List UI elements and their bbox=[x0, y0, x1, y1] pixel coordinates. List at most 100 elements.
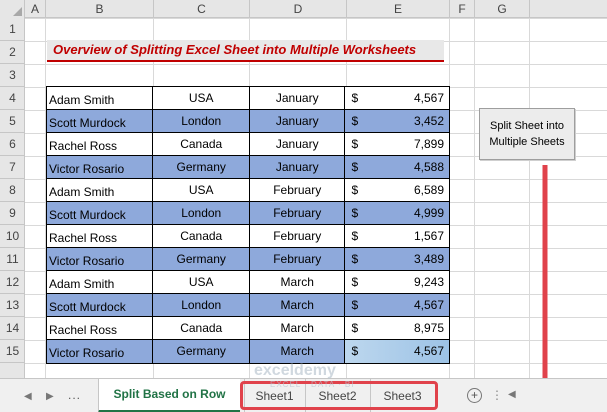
row-header-7[interactable]: 7 bbox=[0, 156, 25, 179]
title-cell[interactable]: Overview of Splitting Excel Sheet into M… bbox=[47, 40, 444, 62]
month-cell[interactable]: March bbox=[249, 294, 346, 317]
month-cell[interactable]: January bbox=[249, 133, 346, 156]
scroll-left-icon[interactable]: ◀ bbox=[508, 389, 516, 400]
month-cell[interactable]: February bbox=[249, 225, 346, 248]
month-cell[interactable]: January bbox=[249, 87, 346, 110]
row-header-9[interactable]: 9 bbox=[0, 202, 25, 225]
month-cell[interactable]: January bbox=[249, 156, 346, 179]
column-header-b[interactable]: B bbox=[46, 0, 154, 18]
amount-cell[interactable]: $6,589 bbox=[345, 179, 449, 202]
tab-split-based-on-row[interactable]: Split Based on Row bbox=[98, 379, 240, 412]
row-header-2[interactable]: 2 bbox=[0, 41, 25, 64]
name-cell[interactable]: Scott Murdock bbox=[47, 110, 154, 133]
watermark-tagline: EXCEL · DATA · BI bbox=[270, 380, 355, 389]
table-row: Rachel Ross Canada January $7,899 bbox=[47, 133, 449, 156]
region-cell[interactable]: USA bbox=[153, 271, 250, 294]
column-header-c[interactable]: C bbox=[154, 0, 250, 18]
region-cell[interactable]: Canada bbox=[153, 225, 250, 248]
region-cell[interactable]: London bbox=[153, 110, 250, 133]
amount-cell[interactable]: $9,243 bbox=[345, 271, 449, 294]
name-cell[interactable]: Rachel Ross bbox=[47, 317, 154, 340]
amount-value: 1,567 bbox=[413, 229, 444, 243]
watermark-logo: exceldemy bbox=[254, 362, 336, 379]
row-header-11[interactable]: 11 bbox=[0, 248, 25, 271]
name-cell[interactable]: Adam Smith bbox=[47, 87, 154, 110]
region-cell[interactable]: USA bbox=[153, 179, 250, 202]
region-cell[interactable]: London bbox=[153, 202, 250, 225]
plus-circle-icon[interactable]: + bbox=[467, 388, 482, 403]
amount-cell[interactable]: $4,588 bbox=[345, 156, 449, 179]
row-header-6[interactable]: 6 bbox=[0, 133, 25, 156]
region-cell[interactable]: Germany bbox=[153, 340, 250, 363]
amount-value: 6,589 bbox=[413, 183, 444, 197]
name-cell[interactable]: Scott Murdock bbox=[47, 294, 154, 317]
region-cell[interactable]: Germany bbox=[153, 156, 250, 179]
region-cell[interactable]: Canada bbox=[153, 317, 250, 340]
column-header-a[interactable]: A bbox=[25, 0, 46, 18]
split-sheet-button-line2: Multiple Sheets bbox=[489, 136, 565, 148]
select-all-triangle-icon bbox=[13, 7, 22, 16]
month-cell[interactable]: March bbox=[250, 340, 346, 363]
row-header-5[interactable]: 5 bbox=[0, 110, 25, 133]
amount-cell[interactable]: $3,489 bbox=[345, 248, 449, 271]
column-header-e[interactable]: E bbox=[347, 0, 450, 18]
row-header-12[interactable]: 12 bbox=[0, 271, 25, 294]
name-cell[interactable]: Victor Rosario bbox=[47, 156, 154, 179]
tab-splitter-icon[interactable]: ⋮ bbox=[491, 388, 503, 402]
name-cell[interactable]: Victor Rosario bbox=[47, 248, 154, 271]
name-cell[interactable]: Rachel Ross bbox=[47, 225, 154, 248]
row-header-10[interactable]: 10 bbox=[0, 225, 25, 248]
region-cell[interactable]: Germany bbox=[153, 248, 250, 271]
table-row: Adam Smith USA February $6,589 bbox=[47, 179, 449, 202]
name-cell[interactable]: Adam Smith bbox=[47, 179, 154, 202]
region-cell[interactable]: London bbox=[153, 294, 250, 317]
table-row: Victor Rosario Germany February $3,489 bbox=[47, 248, 449, 271]
month-cell[interactable]: March bbox=[249, 317, 346, 340]
row-header-3[interactable]: 3 bbox=[0, 64, 25, 87]
name-cell[interactable]: Victor Rosario bbox=[47, 340, 154, 363]
month-cell[interactable]: February bbox=[249, 248, 346, 271]
amount-cell[interactable]: $1,567 bbox=[345, 225, 449, 248]
amount-value: 7,899 bbox=[413, 137, 444, 151]
row-header-bar: 1 2 3 4 5 6 7 8 9 10 11 12 13 14 15 bbox=[0, 18, 25, 378]
month-cell[interactable]: January bbox=[249, 110, 346, 133]
column-header-g[interactable]: G bbox=[475, 0, 530, 18]
table-row: Scott Murdock London January $3,452 bbox=[47, 110, 449, 133]
amount-cell[interactable]: $3,452 bbox=[345, 110, 449, 133]
row-header-4[interactable]: 4 bbox=[0, 87, 25, 110]
amount-value: 4,567 bbox=[413, 298, 444, 312]
select-all-corner[interactable] bbox=[0, 0, 25, 18]
amount-cell-selected[interactable]: $4,567 bbox=[345, 340, 449, 363]
row-header-8[interactable]: 8 bbox=[0, 179, 25, 202]
name-cell[interactable]: Scott Murdock bbox=[47, 202, 154, 225]
month-cell[interactable]: March bbox=[249, 271, 346, 294]
amount-value: 3,452 bbox=[413, 114, 444, 128]
column-header-f[interactable]: F bbox=[450, 0, 475, 18]
row-header-15[interactable]: 15 bbox=[0, 340, 25, 363]
currency-symbol: $ bbox=[351, 298, 359, 312]
amount-value: 4,567 bbox=[413, 91, 444, 105]
amount-cell[interactable]: $4,567 bbox=[345, 87, 449, 110]
row-header-14[interactable]: 14 bbox=[0, 317, 25, 340]
name-cell[interactable]: Adam Smith bbox=[47, 271, 154, 294]
amount-cell[interactable]: $8,975 bbox=[345, 317, 449, 340]
split-sheet-button[interactable]: Split Sheet into Multiple Sheets bbox=[479, 108, 575, 160]
amount-value: 8,975 bbox=[413, 321, 444, 335]
name-cell[interactable]: Rachel Ross bbox=[47, 133, 154, 156]
region-cell[interactable]: Canada bbox=[153, 133, 250, 156]
more-tabs-ellipsis[interactable]: ... bbox=[68, 388, 81, 402]
triangle-right-icon[interactable]: ▶ bbox=[46, 391, 54, 402]
triangle-left-icon[interactable]: ◀ bbox=[24, 391, 32, 402]
month-cell[interactable]: February bbox=[249, 202, 346, 225]
column-header-d[interactable]: D bbox=[250, 0, 347, 18]
currency-symbol: $ bbox=[351, 344, 359, 358]
amount-cell[interactable]: $7,899 bbox=[345, 133, 449, 156]
region-cell[interactable]: USA bbox=[153, 87, 250, 110]
currency-symbol: $ bbox=[351, 252, 359, 266]
split-sheet-button-line1: Split Sheet into bbox=[490, 120, 564, 132]
row-header-13[interactable]: 13 bbox=[0, 294, 25, 317]
row-header-1[interactable]: 1 bbox=[0, 18, 25, 41]
amount-cell[interactable]: $4,999 bbox=[345, 202, 449, 225]
amount-cell[interactable]: $4,567 bbox=[345, 294, 449, 317]
month-cell[interactable]: February bbox=[249, 179, 346, 202]
